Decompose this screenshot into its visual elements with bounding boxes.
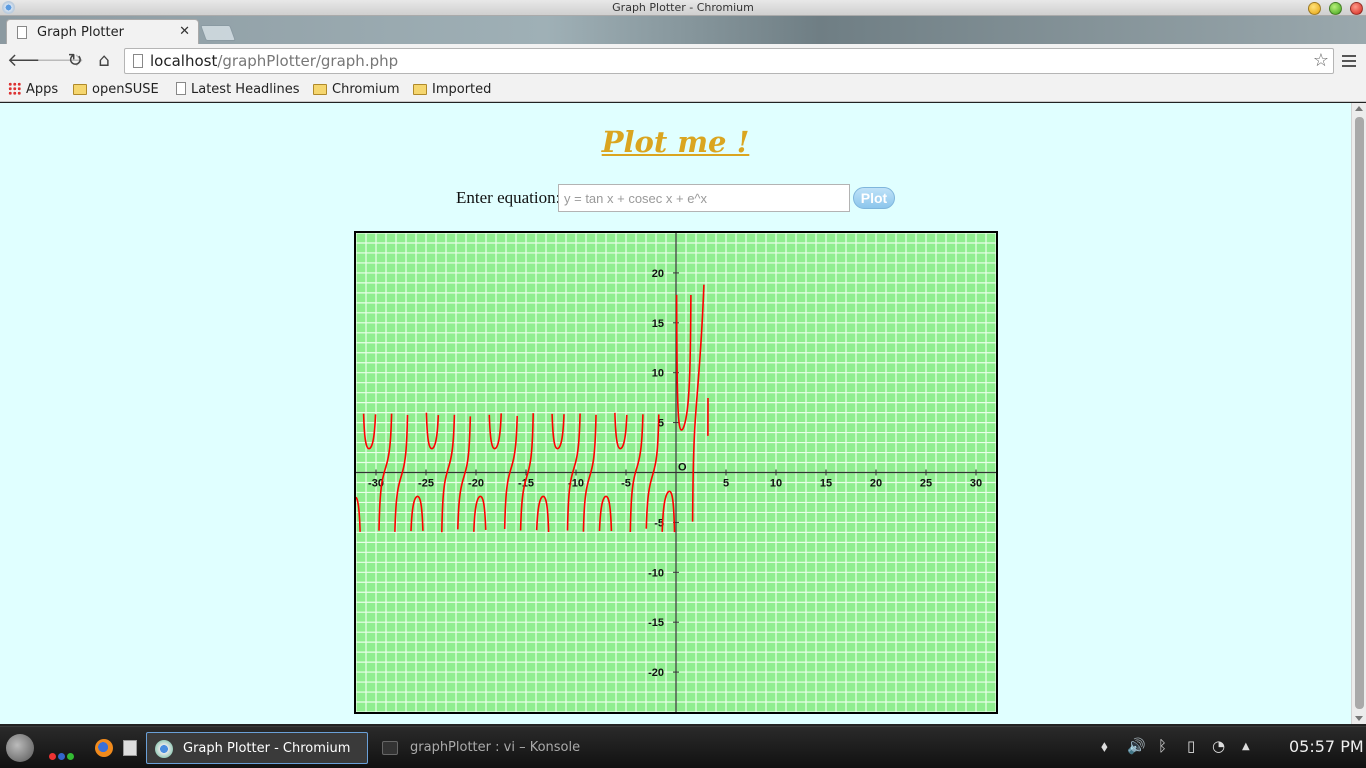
- url-path: /graphPlotter/graph.php: [217, 52, 399, 70]
- y-tick-label: 15: [652, 318, 664, 330]
- tray-expand-icon[interactable]: ▲: [1242, 741, 1250, 752]
- x-tick-label: 30: [970, 478, 982, 490]
- x-tick-label: 5: [723, 478, 729, 490]
- apps-icon: [8, 82, 21, 95]
- bookmark-imported[interactable]: Imported: [413, 81, 491, 99]
- terminal-icon: [382, 741, 398, 755]
- task-label: Graph Plotter - Chromium: [183, 741, 351, 756]
- volume-icon[interactable]: 🔊: [1127, 737, 1146, 755]
- bookmark-latest-headlines[interactable]: Latest Headlines: [176, 81, 300, 99]
- window-titlebar: Graph Plotter - Chromium: [0, 0, 1366, 16]
- tab-label: Graph Plotter: [37, 25, 124, 40]
- y-tick-label: 10: [652, 368, 664, 380]
- task-label: graphPlotter : vi – Konsole: [410, 740, 581, 755]
- scrollbar-thumb[interactable]: [1355, 117, 1364, 709]
- taskbar: Graph Plotter - Chromium graphPlotter : …: [0, 726, 1366, 768]
- page-icon: [133, 54, 143, 68]
- y-tick-label: -15: [648, 617, 664, 629]
- close-window-button[interactable]: [1350, 2, 1363, 15]
- equation-input[interactable]: [558, 184, 850, 212]
- battery-icon[interactable]: ▯: [1187, 737, 1195, 755]
- x-tick-label: 20: [870, 478, 882, 490]
- wifi-icon[interactable]: ◔: [1212, 737, 1225, 755]
- y-tick-label: 20: [652, 268, 664, 280]
- page-icon: [176, 82, 186, 95]
- start-menu-icon[interactable]: [6, 734, 34, 762]
- page-title: Plot me !: [601, 125, 750, 159]
- graph-plot: -30 -25 -20 -15 -10 -5 5 10 15 20 25 30-20-15-10-55…: [356, 233, 996, 712]
- firefox-icon[interactable]: [95, 739, 113, 757]
- maximize-button[interactable]: [1329, 2, 1342, 15]
- reload-icon[interactable]: ↻: [65, 51, 85, 71]
- browser-toolbar: 🡐 🡒 ↻ ⌂ localhost/graphPlotter/graph.php…: [0, 44, 1366, 78]
- x-tick-label: -5: [621, 478, 631, 490]
- x-tick-label: 15: [820, 478, 832, 490]
- bookmark-label: Chromium: [332, 82, 400, 97]
- page-icon: [17, 26, 27, 39]
- folder-icon: [413, 84, 427, 95]
- bookmark-apps[interactable]: Apps: [8, 81, 58, 99]
- bookmarks-bar: Apps openSUSE Latest Headlines Chromium …: [0, 78, 1366, 102]
- bluetooth-icon[interactable]: ᛒ: [1158, 737, 1167, 755]
- equation-label: Enter equation:: [456, 188, 561, 207]
- page-scrollbar[interactable]: [1351, 103, 1366, 724]
- tab-graph-plotter[interactable]: Graph Plotter ✕: [6, 19, 199, 44]
- window-title: Graph Plotter - Chromium: [612, 1, 754, 14]
- files-icon[interactable]: [123, 740, 137, 756]
- chromium-icon: [155, 740, 173, 758]
- bookmark-label: Imported: [432, 82, 492, 97]
- origin-label: O: [678, 462, 687, 474]
- taskbar-task-chromium[interactable]: Graph Plotter - Chromium: [146, 732, 368, 764]
- plot-button[interactable]: Plot: [853, 187, 895, 209]
- bookmark-label: Latest Headlines: [191, 82, 300, 97]
- y-tick-label: -20: [648, 667, 664, 679]
- folder-icon: [73, 84, 87, 95]
- x-tick-label: -25: [418, 478, 434, 490]
- clock: 05:57 PM: [1289, 737, 1364, 756]
- url-host: localhost: [150, 52, 218, 70]
- bookmark-star-icon[interactable]: ☆: [1313, 50, 1329, 71]
- close-tab-icon[interactable]: ✕: [179, 24, 190, 39]
- graph-canvas: -30 -25 -20 -15 -10 -5 5 10 15 20 25 30 -20 -15 -10 -5 5…: [354, 231, 998, 714]
- dropbox-icon[interactable]: ⬧: [1101, 737, 1108, 755]
- folder-icon: [313, 84, 327, 95]
- x-tick-label: 10: [770, 478, 782, 490]
- scroll-up-arrow-icon[interactable]: [1355, 106, 1363, 111]
- home-icon[interactable]: ⌂: [94, 51, 114, 71]
- forward-arrow-icon[interactable]: 🡒: [36, 51, 84, 71]
- bookmark-label: Apps: [26, 82, 59, 97]
- scroll-down-arrow-icon[interactable]: [1355, 716, 1363, 721]
- y-tick-label: -10: [648, 567, 664, 579]
- back-arrow-icon[interactable]: 🡐: [7, 51, 55, 71]
- taskbar-task-konsole[interactable]: graphPlotter : vi – Konsole: [374, 732, 604, 764]
- bookmark-opensuse[interactable]: openSUSE: [73, 81, 159, 99]
- activities-icon[interactable]: [49, 745, 76, 764]
- menu-icon[interactable]: [1341, 52, 1357, 70]
- page-viewport: Plot me ! Enter equation: Plot -30-25-20…: [0, 103, 1351, 724]
- url-text[interactable]: localhost/graphPlotter/graph.php: [150, 52, 398, 70]
- tab-strip: Graph Plotter ✕: [0, 16, 1366, 44]
- x-tick-label: 25: [920, 478, 932, 490]
- minimize-button[interactable]: [1308, 2, 1321, 15]
- bookmark-label: openSUSE: [92, 82, 159, 97]
- new-tab-button[interactable]: [200, 25, 236, 41]
- bookmark-chromium[interactable]: Chromium: [313, 81, 400, 99]
- address-bar[interactable]: localhost/graphPlotter/graph.php ☆: [124, 48, 1334, 74]
- x-tick-label: -20: [468, 478, 484, 490]
